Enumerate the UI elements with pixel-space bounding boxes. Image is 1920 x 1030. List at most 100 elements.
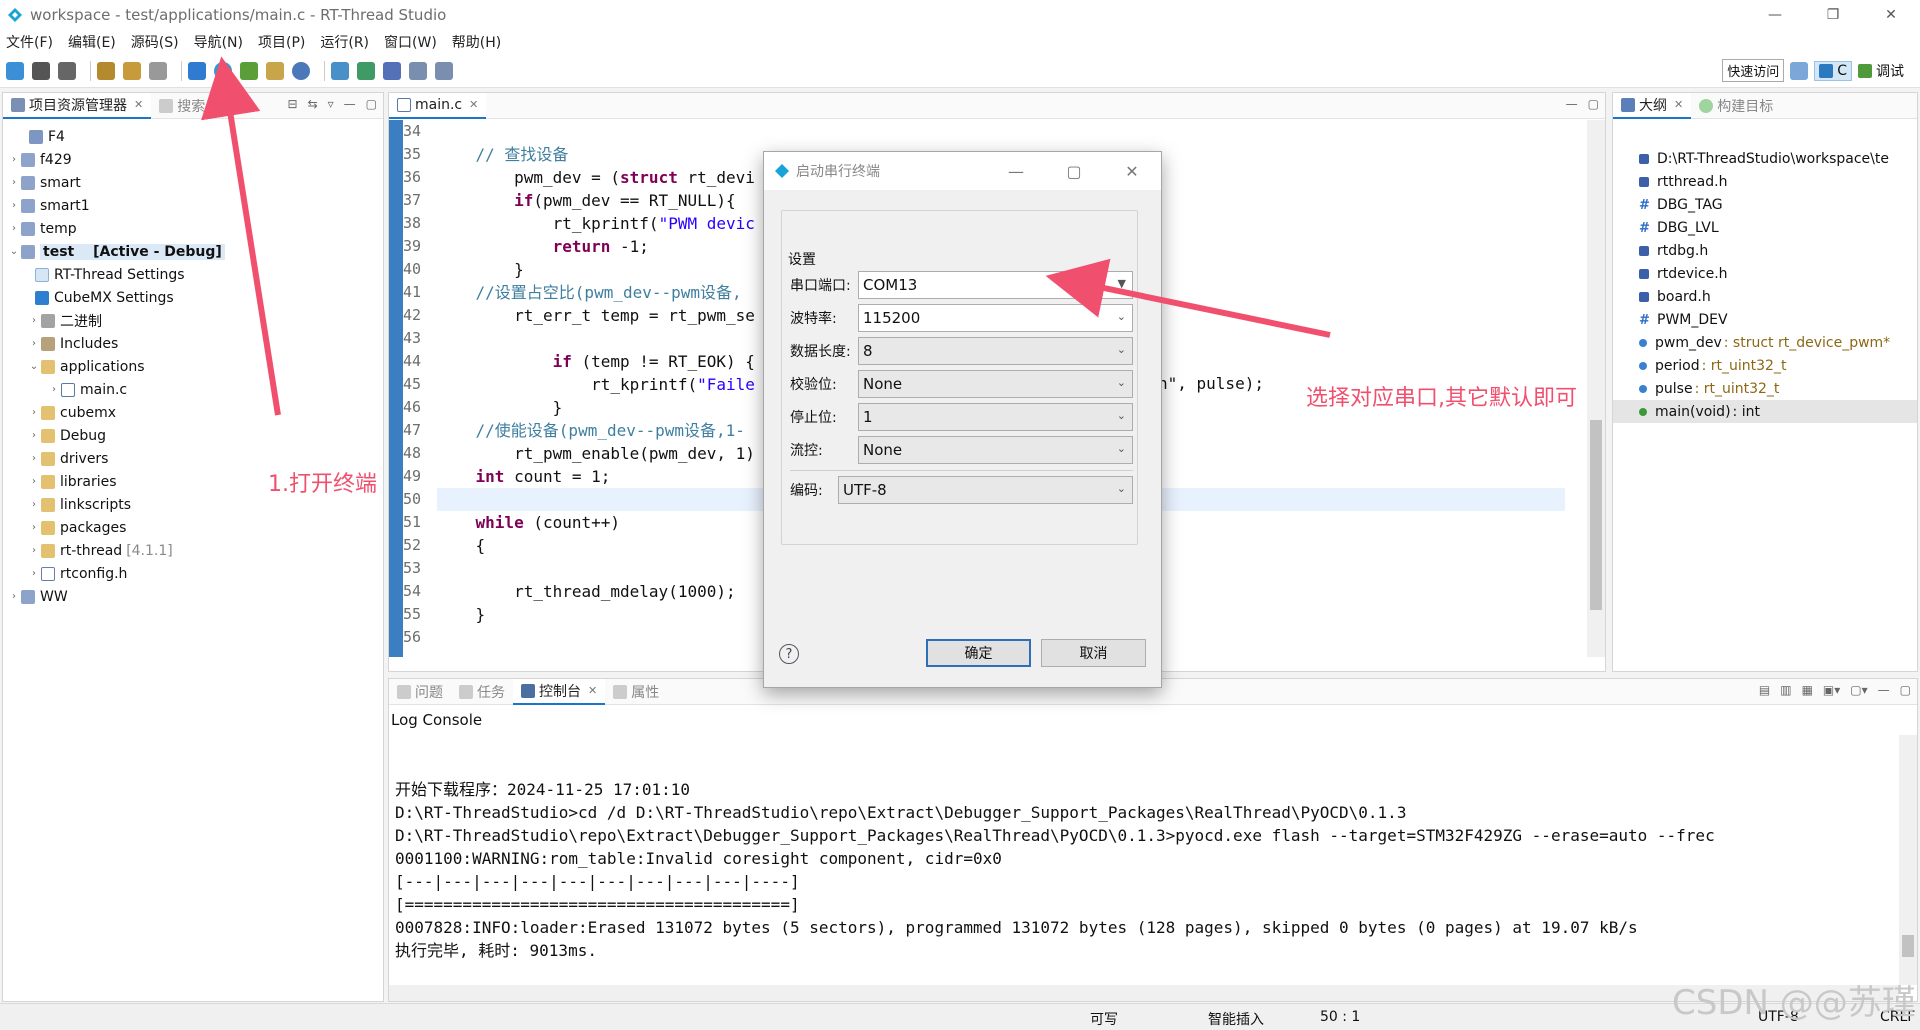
chevron-down-icon[interactable]: ▼ — [1118, 277, 1126, 290]
minimize-view-icon[interactable]: — — [1878, 683, 1890, 697]
tab-outline[interactable]: 大纲 ✕ — [1613, 92, 1692, 119]
expand-arrow-icon[interactable]: › — [27, 338, 41, 349]
minimize-view-icon[interactable]: — — [1566, 97, 1578, 111]
maximize-view-icon[interactable]: ▢ — [1900, 683, 1911, 697]
expand-arrow-icon[interactable]: › — [27, 476, 41, 487]
expand-arrow-icon[interactable]: › — [7, 154, 21, 165]
expand-arrow-icon[interactable]: › — [27, 407, 41, 418]
outline-item[interactable]: # DBG_TAG — [1613, 193, 1917, 216]
expand-arrow-icon[interactable]: › — [27, 499, 41, 510]
tab-search[interactable]: 搜索 — [151, 93, 213, 119]
perspective-debug-button[interactable]: 调试 — [1858, 61, 1904, 81]
outline-item[interactable]: # DBG_LVL — [1613, 216, 1917, 239]
console-vertical-scrollbar[interactable] — [1899, 735, 1917, 985]
expand-arrow-icon[interactable]: › — [27, 522, 41, 533]
expand-arrow-icon[interactable]: › — [27, 315, 41, 326]
debug-icon[interactable] — [240, 61, 258, 80]
close-icon[interactable]: ✕ — [1862, 0, 1920, 30]
outline-item-selected[interactable]: main(void): int — [1613, 400, 1917, 423]
tree-item-cubemx[interactable]: › cubemx — [3, 401, 383, 424]
link-editor-icon[interactable]: ⇆ — [308, 97, 318, 111]
tree-item-temp[interactable]: › temp — [3, 217, 383, 240]
maximize-icon[interactable]: ❐ — [1804, 0, 1862, 30]
chevron-down-icon[interactable]: ⌄ — [1117, 409, 1126, 422]
help-icon[interactable]: ? — [779, 644, 799, 664]
close-tab-icon[interactable]: ✕ — [1674, 98, 1683, 111]
parity-select[interactable]: None ⌄ — [858, 370, 1133, 398]
rebuild-icon[interactable] — [123, 61, 141, 80]
open-terminal-icon[interactable] — [188, 61, 206, 80]
expand-arrow-icon[interactable]: › — [27, 545, 41, 556]
tab-console[interactable]: 控制台 ✕ — [513, 678, 606, 705]
chevron-down-icon[interactable]: ⌄ — [1117, 482, 1126, 495]
expand-arrow-icon[interactable]: › — [7, 177, 21, 188]
tree-item-f4[interactable]: F4 — [3, 125, 383, 148]
close-tab-icon[interactable]: ✕ — [469, 98, 478, 111]
cancel-button[interactable]: 取消 — [1041, 639, 1146, 667]
view-menu-icon[interactable]: ▿ — [328, 97, 334, 111]
open-console-icon[interactable]: ▢▾ — [1850, 683, 1867, 697]
menu-help[interactable]: 帮助(H) — [452, 32, 501, 52]
ok-button[interactable]: 确定 — [926, 639, 1031, 667]
tree-item-main-c[interactable]: › main.c — [3, 378, 383, 401]
tree-item-ww[interactable]: › WW — [3, 585, 383, 608]
tree-item-f429[interactable]: › f429 — [3, 148, 383, 171]
tab-tasks[interactable]: 任务 — [451, 679, 513, 705]
tree-item-binaries[interactable]: › 二进制 — [3, 309, 383, 332]
expand-arrow-icon[interactable]: › — [7, 200, 21, 211]
menu-window[interactable]: 窗口(W) — [384, 32, 437, 52]
dialog-close-icon[interactable]: ✕ — [1103, 152, 1161, 190]
expand-arrow-icon[interactable]: › — [47, 384, 61, 395]
forward-icon[interactable] — [435, 61, 453, 80]
tree-item-applications[interactable]: ⌄ applications — [3, 355, 383, 378]
databits-select[interactable]: 8 ⌄ — [858, 337, 1133, 365]
outline-item[interactable]: rtdevice.h — [1613, 262, 1917, 285]
search-icon[interactable] — [292, 61, 310, 80]
maximize-view-icon[interactable]: ▢ — [366, 97, 377, 111]
tree-item-packages[interactable]: › packages — [3, 516, 383, 539]
clear-console-icon[interactable]: ▤ — [1759, 683, 1770, 697]
chevron-down-icon[interactable]: ⌄ — [1117, 376, 1126, 389]
console-output[interactable]: 开始下载程序：2024-11-25 17:01:10 D:\RT-ThreadSt… — [395, 755, 1715, 962]
expand-arrow-icon[interactable]: › — [27, 453, 41, 464]
outline-item[interactable]: rtthread.h — [1613, 170, 1917, 193]
scrollbar-thumb[interactable] — [1902, 935, 1914, 957]
outline-item[interactable]: pulse: rt_uint32_t — [1613, 377, 1917, 400]
scrollbar-thumb[interactable] — [1590, 420, 1602, 610]
menu-navigate[interactable]: 导航(N) — [194, 32, 243, 52]
expand-arrow-icon[interactable]: › — [7, 223, 21, 234]
baud-select[interactable]: 115200 ⌄ — [858, 304, 1133, 332]
quick-access-button[interactable]: 快速访问 — [1722, 59, 1785, 82]
outline-item[interactable]: period: rt_uint32_t — [1613, 354, 1917, 377]
tab-build-targets[interactable]: 构建目标 — [1691, 93, 1781, 119]
chevron-down-icon[interactable]: ⌄ — [1117, 310, 1126, 323]
maximize-view-icon[interactable]: ▢ — [1588, 97, 1599, 111]
pin-console-icon[interactable]: ▦ — [1802, 683, 1813, 697]
dialog-minimize-icon[interactable]: — — [987, 152, 1045, 190]
flash-icon[interactable] — [357, 61, 375, 80]
expand-arrow-icon[interactable]: › — [27, 568, 41, 579]
tab-properties[interactable]: 属性 — [605, 679, 667, 705]
outline-item[interactable]: rtdbg.h — [1613, 239, 1917, 262]
back-icon[interactable] — [409, 61, 427, 80]
outline-item[interactable]: board.h — [1613, 285, 1917, 308]
save-icon[interactable] — [32, 61, 50, 80]
port-select[interactable]: COM13 ▼ — [858, 271, 1133, 299]
minimize-icon[interactable]: — — [1746, 0, 1804, 30]
menu-run[interactable]: 运行(R) — [320, 32, 369, 52]
perspective-c-button[interactable]: C — [1814, 60, 1852, 81]
tree-item-smart[interactable]: › smart — [3, 171, 383, 194]
tree-item-rt-thread-settings[interactable]: RT-Thread Settings — [3, 263, 383, 286]
tree-item-rtconfig-h[interactable]: › rtconfig.h — [3, 562, 383, 585]
collapse-all-icon[interactable]: ⊟ — [288, 97, 298, 111]
sdk-icon[interactable] — [331, 61, 349, 80]
download-icon[interactable] — [266, 61, 284, 80]
menu-source[interactable]: 源码(S) — [131, 32, 179, 52]
chevron-down-icon[interactable]: ⌄ — [1117, 442, 1126, 455]
close-tab-icon[interactable]: ✕ — [134, 98, 143, 111]
dialog-maximize-icon[interactable]: ▢ — [1045, 152, 1103, 190]
menu-project[interactable]: 项目(P) — [258, 32, 305, 52]
tab-project-explorer[interactable]: 项目资源管理器 ✕ — [3, 92, 152, 119]
tree-item-smart1[interactable]: › smart1 — [3, 194, 383, 217]
save-all-icon[interactable] — [58, 61, 76, 80]
